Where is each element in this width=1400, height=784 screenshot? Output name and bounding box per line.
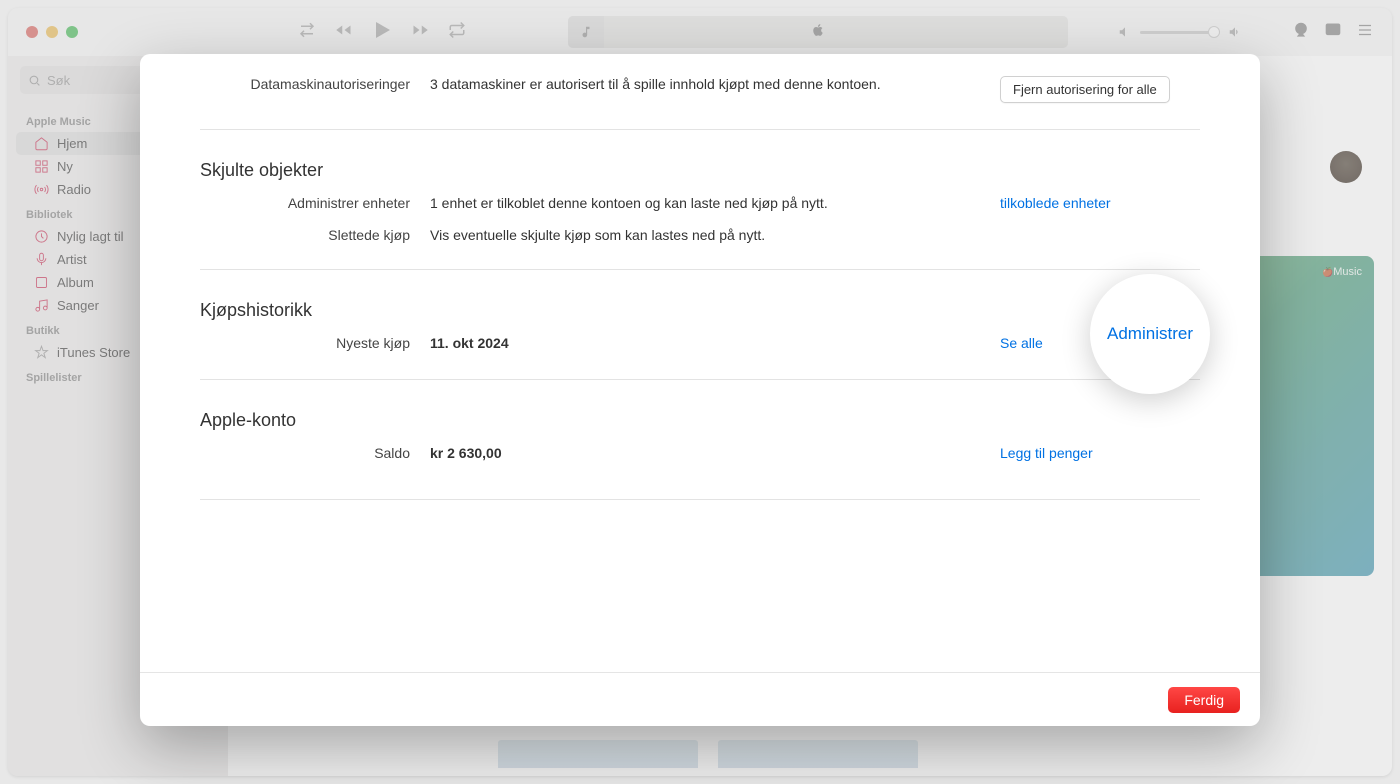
divider [200,129,1200,130]
deleted-purchases-label: Slettede kjøp [200,227,430,243]
magnifier-callout: Administrer [1090,274,1210,394]
authorization-value: 3 datamaskiner er autorisert til å spill… [430,76,1000,92]
add-funds-link[interactable]: Legg til penger [1000,445,1093,461]
connected-devices-link[interactable]: tilkoblede enheter [1000,195,1111,211]
latest-purchase-label: Nyeste kjøp [200,335,430,351]
latest-purchase-value: 11. okt 2024 [430,335,1000,351]
hidden-items-title: Skjulte objekter [200,160,1200,181]
deleted-purchases-value: Vis eventuelle skjulte kjøp som kan last… [430,227,1000,243]
apple-account-title: Apple-konto [200,410,1200,431]
done-button[interactable]: Ferdig [1168,687,1240,713]
purchase-history-title: Kjøpshistorikk [200,300,1200,321]
authorization-label: Datamaskinautoriseringer [200,76,430,92]
balance-label: Saldo [200,445,430,461]
manage-devices-label: Administrer enheter [200,195,430,211]
divider [200,379,1200,380]
deauthorize-all-button[interactable]: Fjern autorisering for alle [1000,76,1170,103]
divider [200,269,1200,270]
administrer-link-magnified[interactable]: Administrer [1107,324,1193,344]
account-settings-modal: Datamaskinautoriseringer 3 datamaskiner … [140,54,1260,726]
manage-devices-value: 1 enhet er tilkoblet denne kontoen og ka… [430,195,1000,211]
balance-value: kr 2 630,00 [430,445,1000,461]
see-all-link[interactable]: Se alle [1000,335,1043,351]
divider [200,499,1200,500]
modal-footer: Ferdig [140,672,1260,726]
